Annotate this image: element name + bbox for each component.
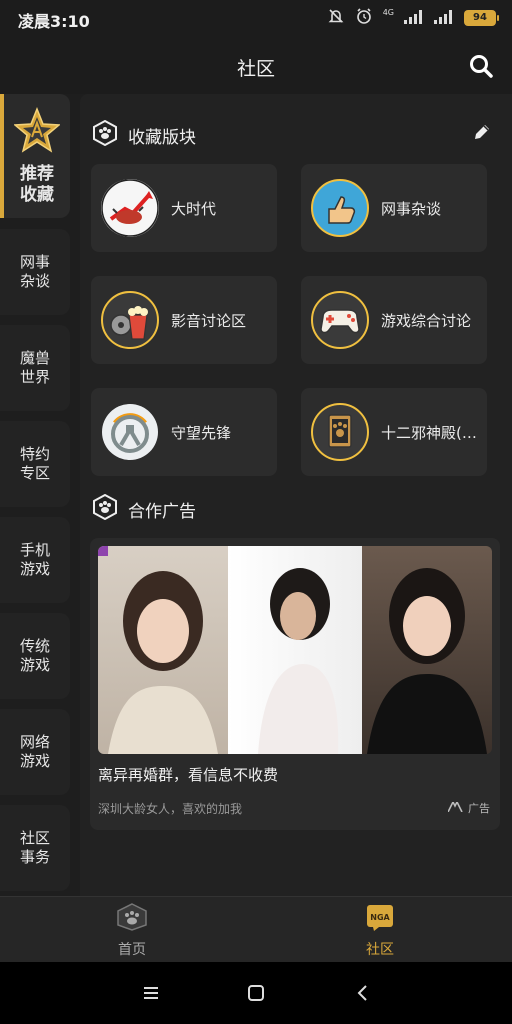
category-sidebar: 推荐收藏 网事杂谈 魔兽世界 特约专区 手机游戏 传统游戏 网络游戏 社区事务	[0, 94, 74, 896]
tab-community[interactable]: NGA 社区	[320, 903, 440, 959]
overwatch-icon	[101, 403, 159, 461]
sidebar-item-recommended[interactable]: 推荐收藏	[0, 94, 70, 218]
thumbs-up-icon	[311, 179, 369, 237]
ad-subtitle: 深圳大龄女人，喜欢的加我	[98, 802, 243, 816]
signal-icon	[404, 9, 424, 28]
section-title: 收藏版块	[128, 127, 196, 148]
back-icon[interactable]	[352, 982, 374, 1004]
sidebar-item-online-games[interactable]: 网络游戏	[0, 709, 70, 795]
ad-image	[98, 546, 492, 754]
paw-shield-icon	[92, 119, 118, 151]
board-name: 守望先锋	[171, 423, 232, 442]
nga-logo-icon: NGA	[365, 903, 395, 935]
battery-icon: 94	[464, 10, 499, 26]
favorites-header: 收藏版块	[92, 119, 196, 151]
sidebar-item-label: 推荐收藏	[20, 163, 54, 205]
sidebar-item-wow[interactable]: 魔兽世界	[0, 325, 70, 411]
paw-shield-icon	[92, 493, 118, 525]
main-content: 收藏版块 大时代 网事杂谈 影音讨论区 游戏综合讨论 守望先锋 十二邪神殿(笑.…	[80, 94, 512, 896]
paw-shield-icon	[116, 903, 148, 935]
board-card-big-era[interactable]: 大时代	[91, 164, 277, 252]
system-nav-bar	[0, 962, 512, 1024]
svg-text:NGA: NGA	[370, 913, 390, 922]
board-name: 网事杂谈	[381, 199, 442, 218]
board-card-games[interactable]: 游戏综合讨论	[301, 276, 487, 364]
menu-icon[interactable]	[140, 982, 162, 1004]
gamepad-icon	[311, 291, 369, 349]
board-name: 游戏综合讨论	[381, 311, 472, 330]
sidebar-item-label: 社区事务	[19, 829, 50, 866]
status-time: 凌晨3:10	[18, 12, 90, 31]
board-name: 影音讨论区	[171, 311, 247, 330]
board-name: 十二邪神殿(笑...	[381, 423, 487, 442]
board-card-media[interactable]: 影音讨论区	[91, 276, 277, 364]
bottom-tab-bar: 首页 NGA 社区	[0, 896, 512, 962]
sidebar-item-news[interactable]: 网事杂谈	[0, 229, 70, 315]
status-bar: 凌晨3:10 4G 94	[0, 0, 512, 36]
bull-icon	[101, 179, 159, 237]
edit-pencil-icon[interactable]	[472, 122, 492, 142]
ad-tag: 广告	[447, 799, 490, 816]
sidebar-item-label: 特约专区	[19, 445, 50, 482]
section-title: 合作广告	[128, 501, 196, 522]
ad-tag-label: 广告	[468, 802, 490, 815]
card-icon	[311, 403, 369, 461]
board-card-overwatch[interactable]: 守望先锋	[91, 388, 277, 476]
sidebar-item-label: 传统游戏	[19, 637, 50, 674]
ad-card[interactable]: 离异再婚群，看信息不收费 深圳大龄女人，喜欢的加我 广告	[90, 538, 500, 830]
sidebar-item-label: 网络游戏	[19, 733, 50, 770]
sidebar-item-special[interactable]: 特约专区	[0, 421, 70, 507]
mute-bell-icon	[327, 7, 345, 29]
ad-logo-icon	[447, 799, 464, 815]
board-card-twelve-gods[interactable]: 十二邪神殿(笑...	[301, 388, 487, 476]
page-title: 社区	[236, 58, 275, 80]
ad-headline: 离异再婚群，看信息不收费	[98, 766, 279, 784]
signal-icon-2	[434, 9, 454, 28]
popcorn-icon	[101, 291, 159, 349]
tab-label: 社区	[366, 942, 394, 958]
tab-home[interactable]: 首页	[72, 903, 192, 959]
alarm-icon	[355, 7, 373, 29]
home-icon[interactable]	[245, 982, 267, 1004]
sidebar-item-classic-games[interactable]: 传统游戏	[0, 613, 70, 699]
sidebar-item-mobile-games[interactable]: 手机游戏	[0, 517, 70, 603]
sidebar-item-label: 魔兽世界	[19, 349, 50, 386]
board-name: 大时代	[171, 199, 217, 218]
sidebar-item-community-affairs[interactable]: 社区事务	[0, 805, 70, 891]
tab-label: 首页	[118, 942, 146, 958]
sidebar-item-label: 网事杂谈	[19, 253, 50, 290]
partner-ads-header: 合作广告	[92, 493, 196, 525]
star-badge-icon	[13, 106, 61, 158]
app-header: 社区	[0, 36, 512, 94]
network-type: 4G	[382, 7, 394, 17]
search-icon[interactable]	[468, 53, 494, 79]
sidebar-item-label: 手机游戏	[19, 541, 50, 578]
board-card-net-talk[interactable]: 网事杂谈	[301, 164, 487, 252]
